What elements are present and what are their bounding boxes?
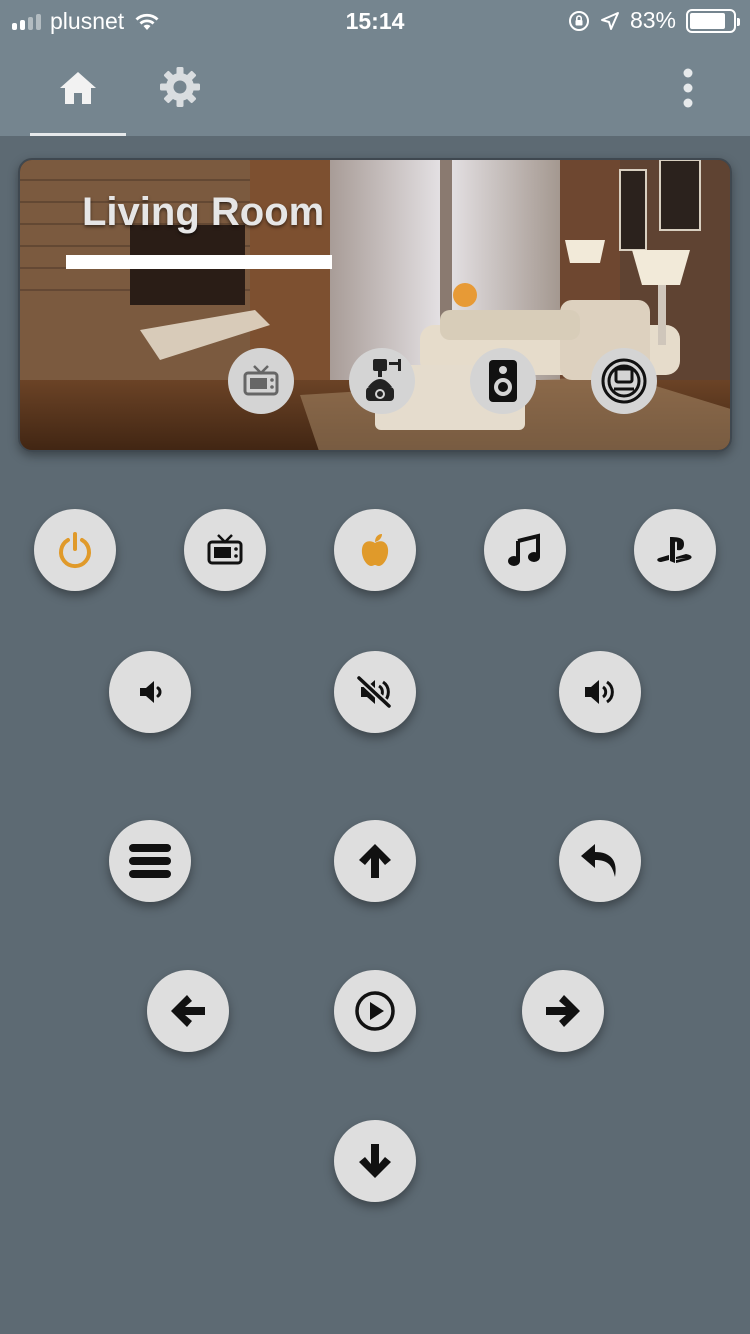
source-tv-button[interactable] [184,509,266,591]
location-icon [600,11,619,30]
status-right: 83% [568,7,740,34]
room-card[interactable]: Living Room [18,158,732,452]
volume-down-icon [140,681,162,703]
arrow-right-icon [546,995,580,1027]
play-icon [355,991,395,1031]
projector-icon [366,359,401,401]
app-header: plusnet 15:14 83% [0,0,750,136]
back-button[interactable] [559,820,641,902]
tv-icon [207,534,243,565]
status-bar: plusnet 15:14 83% [0,0,750,40]
more-vertical-icon[interactable] [672,64,704,114]
source-playstation-button[interactable] [634,509,716,591]
gear-icon [160,67,200,107]
playstation-icon [657,537,692,563]
room-title: Living Room [82,190,325,234]
source-apple-tv-button[interactable] [334,509,416,591]
mute-icon [356,675,392,709]
tv-icon [243,365,279,396]
mute-button[interactable] [334,651,416,733]
arrow-left-icon [171,995,205,1027]
battery-percentage: 83% [629,7,676,33]
battery-icon [686,8,740,33]
power-icon [59,532,91,569]
menu-icon [129,844,171,878]
back-icon [581,844,616,877]
robot-vacuum-icon [601,358,647,404]
apple-icon [361,534,389,566]
device-speaker-button[interactable] [470,348,536,414]
arrow-left-button[interactable] [147,970,229,1052]
arrow-right-button[interactable] [522,970,604,1052]
speaker-icon [489,360,517,402]
power-button[interactable] [34,509,116,591]
volume-up-icon [585,680,614,704]
arrow-down-icon [359,1144,391,1178]
play-button[interactable] [334,970,416,1052]
active-tab-indicator [30,133,126,136]
device-projector-button[interactable] [349,348,415,414]
device-robot-vacuum-button[interactable] [591,348,657,414]
orientation-lock-icon [568,10,589,31]
device-tv-button[interactable] [228,348,294,414]
menu-button[interactable] [109,820,191,902]
volume-up-button[interactable] [559,651,641,733]
volume-down-button[interactable] [109,651,191,733]
arrow-up-icon [359,844,391,878]
tab-home[interactable] [30,60,126,136]
room-title-underline [66,255,332,269]
arrow-up-button[interactable] [334,820,416,902]
tab-settings[interactable] [150,62,210,118]
home-icon [60,72,96,104]
source-music-button[interactable] [484,509,566,591]
arrow-down-button[interactable] [334,1120,416,1202]
music-icon [508,533,540,566]
